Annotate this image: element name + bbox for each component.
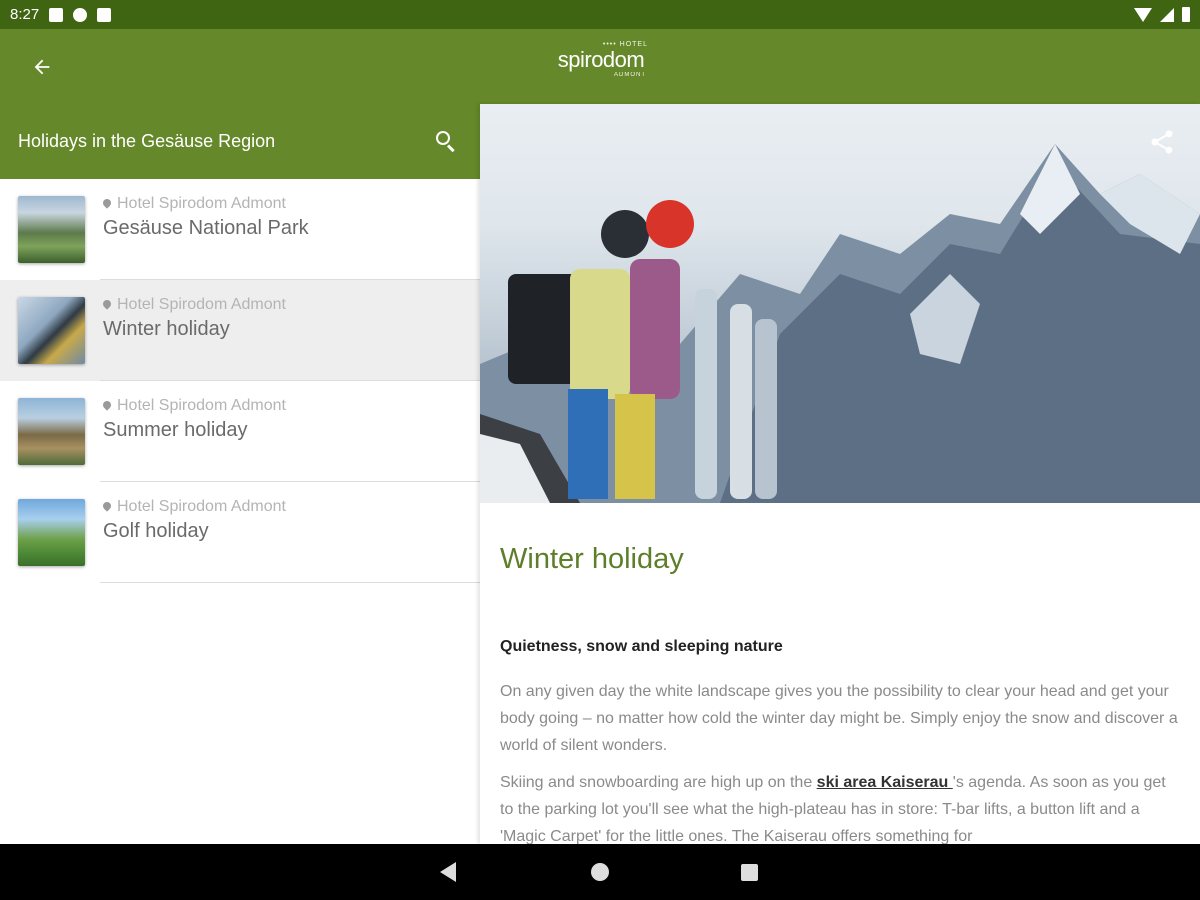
item-thumbnail <box>18 297 85 364</box>
location-pin-icon <box>103 401 111 411</box>
location-pin-icon <box>103 300 111 310</box>
left-pane: Holidays in the Gesäuse Region Hotel Spi… <box>0 104 480 844</box>
item-location-label: Hotel Spirodom Admont <box>117 296 286 313</box>
item-location: Hotel Spirodom Admont <box>103 498 286 516</box>
item-thumbnail <box>18 398 85 465</box>
article-subtitle: Quietness, snow and sleeping nature <box>500 638 783 655</box>
paragraph-text-before-link: Skiing and snowboarding are high up on t… <box>500 774 817 791</box>
wifi-icon <box>1134 7 1152 22</box>
app-icon-f <box>73 7 88 22</box>
item-location: Hotel Spirodom Admont <box>103 296 286 314</box>
nav-recents-icon[interactable] <box>741 864 758 881</box>
list-item-summer-holiday[interactable]: Hotel Spirodom Admont Summer holiday <box>0 381 480 482</box>
share-icon <box>1151 130 1173 154</box>
item-location: Hotel Spirodom Admont <box>103 397 286 415</box>
status-right <box>1134 7 1190 22</box>
article-paragraph-2: Skiing and snowboarding are high up on t… <box>500 769 1180 844</box>
item-location-label: Hotel Spirodom Admont <box>117 195 286 212</box>
hero-image <box>480 104 1200 503</box>
app-bar: •••• HOTEL spirodom ADMONT <box>0 29 1200 104</box>
article-content: Winter holiday Quietness, snow and sleep… <box>480 503 1200 844</box>
nav-home-icon[interactable] <box>591 863 609 881</box>
list-item-winter-holiday[interactable]: Hotel Spirodom Admont Winter holiday <box>0 280 480 381</box>
item-title: Gesäuse National Park <box>103 217 309 239</box>
search-icon[interactable] <box>432 127 462 157</box>
item-thumbnail <box>18 499 85 566</box>
nav-back-icon[interactable] <box>440 862 456 882</box>
list-header-title: Holidays in the Gesäuse Region <box>18 131 276 151</box>
logo-main-text: spirodom <box>557 47 645 72</box>
list-header: Holidays in the Gesäuse Region <box>0 104 480 179</box>
location-pin-icon <box>103 502 111 512</box>
battery-icon <box>1182 7 1190 22</box>
article-title: Winter holiday <box>500 543 684 575</box>
divider <box>100 582 480 583</box>
status-bar: 8:27 <box>0 0 1200 29</box>
share-button[interactable] <box>1148 128 1176 156</box>
detail-pane: Winter holiday Quietness, snow and sleep… <box>480 104 1200 844</box>
item-title: Summer holiday <box>103 419 248 441</box>
back-button[interactable] <box>22 49 62 85</box>
list-item-golf-holiday[interactable]: Hotel Spirodom Admont Golf holiday <box>0 482 480 583</box>
sd-card-icon <box>97 7 112 22</box>
item-location-label: Hotel Spirodom Admont <box>117 498 286 515</box>
logo-top-text: •••• HOTEL <box>602 41 648 48</box>
mountain-skiers-illustration <box>480 144 1200 503</box>
location-pin-icon <box>103 199 111 209</box>
article-paragraph-1: On any given day the white landscape giv… <box>500 683 1178 754</box>
list-item-gesause-national-park[interactable]: Hotel Spirodom Admont Gesäuse National P… <box>0 179 480 280</box>
item-location-label: Hotel Spirodom Admont <box>117 397 286 414</box>
ski-area-kaiserau-link[interactable]: ski area Kaiserau <box>817 774 953 791</box>
item-thumbnail <box>18 196 85 263</box>
signal-icon <box>1160 7 1174 22</box>
status-left: 8:27 <box>10 6 112 23</box>
notification-icon <box>49 7 64 22</box>
arrow-back-icon <box>34 59 50 75</box>
hotel-logo: •••• HOTEL spirodom ADMONT <box>546 41 656 91</box>
item-title: Winter holiday <box>103 318 230 340</box>
item-title: Golf holiday <box>103 520 209 542</box>
logo-bottom-text: ADMONT <box>614 72 646 78</box>
item-location: Hotel Spirodom Admont <box>103 195 309 213</box>
system-nav-bar <box>0 844 1200 900</box>
status-time: 8:27 <box>10 6 40 23</box>
